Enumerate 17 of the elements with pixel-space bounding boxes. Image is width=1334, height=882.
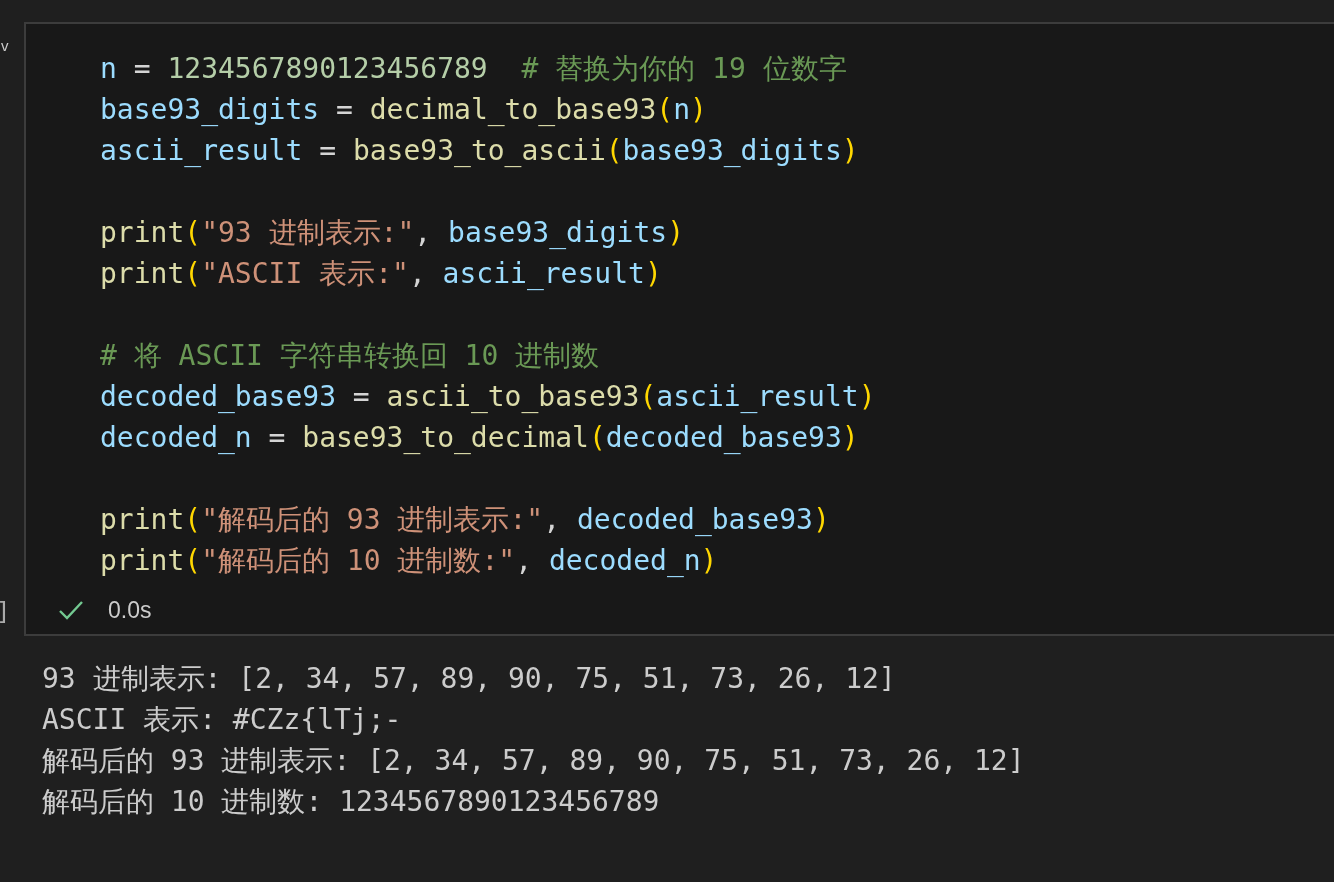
code-line: base93_digits = decimal_to_base93(n) [100,92,707,128]
output-line: ASCII 表示: #CZz{lTj;- [42,702,402,738]
execution-count: ] [0,600,11,624]
code-line: print("ASCII 表示:", ascii_result) [100,256,662,292]
code-line: # 将 ASCII 字符串转换回 10 进制数 [100,338,600,374]
execution-time: 0.0s [108,596,152,625]
code-line: print("解码后的 93 进制表示:", decoded_base93) [100,502,830,538]
code-line: decoded_base93 = ascii_to_base93(ascii_result) [100,379,876,415]
output-line: 解码后的 10 进制数: 1234567890123456789 [42,784,660,820]
code-line: decoded_n = base93_to_decimal(decoded_base93) [100,420,859,456]
collapse-chevron[interactable]: v [1,38,9,53]
code-line: n = 1234567890123456789 # 替换为你的 19 位数字 [100,51,847,87]
code-line: print("93 进制表示:", base93_digits) [100,215,685,251]
code-line: print("解码后的 10 进制数:", decoded_n) [100,543,718,579]
code-line: ascii_result = base93_to_ascii(base93_digits) [100,133,859,169]
output-line: 解码后的 93 进制表示: [2, 34, 57, 89, 90, 75, 51, 73, 26, 12] [42,743,1025,779]
output-line: 93 进制表示: [2, 34, 57, 89, 90, 75, 51, 73, 26, 12] [42,661,896,697]
